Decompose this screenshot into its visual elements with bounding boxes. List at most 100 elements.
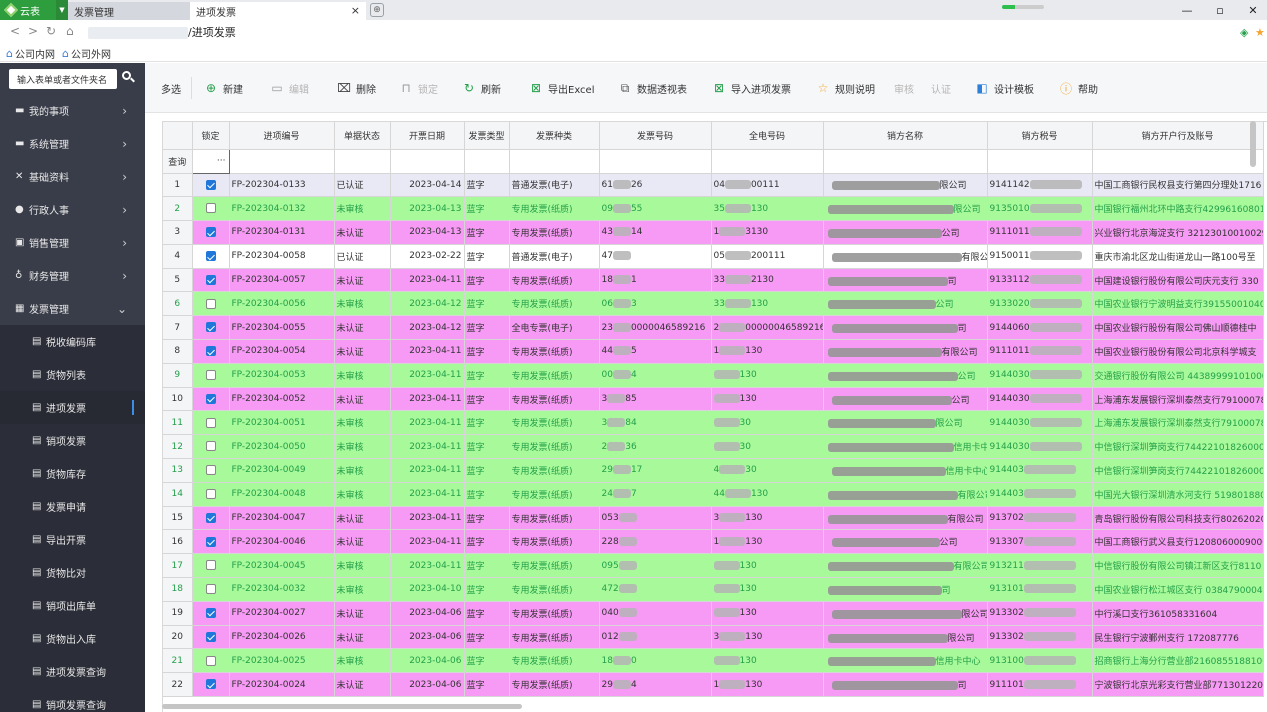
table-row[interactable]: 17 FP-202304-0045 未审核 2023-04-11 蓝字 专用发票(纸质) 0… xyxy=(163,553,1264,579)
lock-checkbox[interactable] xyxy=(192,577,230,602)
lock-checkbox[interactable] xyxy=(192,220,230,245)
table-row[interactable]: 12 FP-202304-0050 未审核 2023-04-11 蓝字 专用发票(纸质) 2… xyxy=(163,434,1264,460)
delete-button[interactable]: ⌧ 删除 xyxy=(336,79,376,97)
invoice-id-cell[interactable]: FP-202304-0024 xyxy=(229,672,335,698)
certify-button[interactable]: 认证 xyxy=(931,79,951,97)
table-row[interactable]: 13 FP-202304-0049 未审核 2023-04-11 蓝字 专用发票(纸质) 2… xyxy=(163,458,1264,483)
header-cell[interactable]: 全电号码 xyxy=(711,122,824,150)
checkbox-icon[interactable] xyxy=(205,512,216,523)
lock-checkbox[interactable] xyxy=(192,529,230,555)
lock-checkbox[interactable] xyxy=(192,482,230,507)
lock-checkbox[interactable] xyxy=(192,291,230,317)
vertical-scrollbar[interactable] xyxy=(1250,121,1256,167)
invoice-id-cell[interactable]: FP-202304-0050 xyxy=(229,434,335,460)
table-row[interactable]: 8 FP-202304-0054 未认证 2023-04-11 蓝字 专用发票(纸质) 44… xyxy=(163,339,1264,364)
table-row[interactable]: 10 FP-202304-0052 未认证 2023-04-11 蓝字 专用发票(纸质) 3… xyxy=(163,387,1264,412)
sidebar-subitem-export-billing[interactable]: ▤ 导出开票 xyxy=(0,523,145,556)
checkbox-icon[interactable] xyxy=(205,322,216,333)
extension-icon[interactable]: ◈ xyxy=(1240,26,1248,39)
sidebar-subitem-outbound-order[interactable]: ▤ 销项出库单 xyxy=(0,589,145,622)
lock-checkbox[interactable] xyxy=(192,363,230,388)
lock-checkbox[interactable] xyxy=(192,648,230,674)
query-filter-input[interactable]: ··· xyxy=(191,148,230,174)
query-filter-input[interactable] xyxy=(1092,149,1264,174)
checkbox-icon[interactable] xyxy=(205,298,216,309)
checkbox-icon[interactable] xyxy=(205,370,216,381)
header-cell[interactable]: 销方开户行及账号 xyxy=(1092,122,1264,150)
table-row[interactable]: 7 FP-202304-0055 未认证 2023-04-12 蓝字 全电专票(电子) 23… xyxy=(163,315,1264,341)
lock-checkbox[interactable] xyxy=(192,458,230,483)
invoice-id-cell[interactable]: FP-202304-0054 xyxy=(229,339,335,364)
checkbox-icon[interactable] xyxy=(205,203,216,214)
sidebar-subitem-output-invoice[interactable]: ▤ 销项发票 xyxy=(0,424,145,457)
checkbox-icon[interactable] xyxy=(205,489,216,499)
url-path[interactable]: /进项发票 xyxy=(188,24,236,40)
table-row[interactable]: 9 FP-202304-0053 未审核 2023-04-11 蓝字 专用发票(纸质) 00… xyxy=(163,363,1264,388)
checkbox-icon[interactable] xyxy=(205,227,216,238)
table-row[interactable]: 3 FP-202304-0131 未认证 2023-04-13 蓝字 专用发票(纸质) 43… xyxy=(163,220,1264,245)
invoice-id-cell[interactable]: FP-202304-0045 xyxy=(229,553,335,579)
invoice-id-cell[interactable]: FP-202304-0052 xyxy=(229,387,335,412)
checkbox-icon[interactable] xyxy=(205,655,216,666)
query-filter-input[interactable] xyxy=(464,149,510,174)
invoice-id-cell[interactable]: FP-202304-0027 xyxy=(229,601,335,626)
lock-button[interactable]: ⊓ 锁定 xyxy=(398,79,438,97)
checkbox-icon[interactable] xyxy=(205,274,216,285)
invoice-id-cell[interactable]: FP-202304-0133 xyxy=(229,173,335,198)
edit-button[interactable]: ▭ 编辑 xyxy=(269,79,309,97)
query-filter-input[interactable] xyxy=(711,149,824,174)
minimize-icon[interactable]: — xyxy=(1170,2,1204,18)
checkbox-icon[interactable] xyxy=(205,584,216,595)
checkbox-icon[interactable] xyxy=(205,607,216,618)
maximize-icon[interactable]: ▫ xyxy=(1203,2,1237,18)
lock-checkbox[interactable] xyxy=(192,625,230,650)
help-button[interactable]: ⓘ 帮助 xyxy=(1058,79,1098,97)
table-row[interactable]: 6 FP-202304-0056 未审核 2023-04-12 蓝字 专用发票(纸质) 06… xyxy=(163,291,1264,317)
lock-checkbox[interactable] xyxy=(192,268,230,293)
checkbox-icon[interactable] xyxy=(205,441,216,452)
table-row[interactable]: 16 FP-202304-0046 未认证 2023-04-11 蓝字 专用发票(纸质) 2… xyxy=(163,529,1264,555)
lock-checkbox[interactable] xyxy=(192,410,230,436)
header-cell[interactable]: 发票种类 xyxy=(509,122,600,150)
checkbox-icon[interactable] xyxy=(205,417,216,428)
browser-tab-input-invoice[interactable]: 进项发票 × xyxy=(190,2,366,20)
lock-checkbox[interactable] xyxy=(192,601,230,626)
query-filter-input[interactable] xyxy=(229,149,335,174)
invoice-id-cell[interactable]: FP-202304-0131 xyxy=(229,220,335,245)
reload-icon[interactable]: ↻ xyxy=(46,24,56,38)
chevron-down-icon[interactable]: ▼ xyxy=(56,0,68,20)
back-icon[interactable]: < xyxy=(10,24,20,38)
multi-select-button[interactable]: 多选 xyxy=(161,79,181,97)
invoice-id-cell[interactable]: FP-202304-0032 xyxy=(229,577,335,602)
invoice-id-cell[interactable]: FP-202304-0053 xyxy=(229,363,335,388)
table-row[interactable]: 22 FP-202304-0024 未认证 2023-04-06 蓝字 专用发票(纸质) 2… xyxy=(163,672,1264,698)
table-row[interactable]: 11 FP-202304-0051 未审核 2023-04-11 蓝字 专用发票(纸质) 3… xyxy=(163,410,1264,436)
sidebar-subitem-input-query[interactable]: ▤ 进项发票查询 xyxy=(0,655,145,688)
checkbox-icon[interactable] xyxy=(205,536,216,547)
lock-checkbox[interactable] xyxy=(192,387,230,412)
header-cell[interactable]: 单据状态 xyxy=(334,122,391,150)
table-row[interactable]: 19 FP-202304-0027 未认证 2023-04-06 蓝字 专用发票(纸质) 0… xyxy=(163,601,1264,626)
table-row[interactable]: 5 FP-202304-0057 未认证 2023-04-11 蓝字 专用发票(纸质) 18… xyxy=(163,268,1264,293)
query-filter-input[interactable] xyxy=(823,149,988,174)
rules-button[interactable]: ☆ 规则说明 xyxy=(815,79,875,97)
star-icon[interactable]: ★ xyxy=(1255,26,1265,39)
lock-checkbox[interactable] xyxy=(192,244,230,269)
table-row[interactable]: 1 FP-202304-0133 已认证 2023-04-14 蓝字 普通发票(电子) 61… xyxy=(163,173,1264,198)
sidebar-item-sales[interactable]: ▣ 销售管理 › xyxy=(0,226,145,259)
checkbox-icon[interactable] xyxy=(205,346,216,357)
invoice-id-cell[interactable]: FP-202304-0049 xyxy=(229,458,335,483)
query-filter-input[interactable] xyxy=(987,149,1093,174)
invoice-id-cell[interactable]: FP-202304-0132 xyxy=(229,196,335,222)
browser-tab-invoice-mgmt[interactable]: 发票管理 xyxy=(68,2,190,20)
checkbox-icon[interactable] xyxy=(205,679,216,690)
table-row[interactable]: 20 FP-202304-0026 未认证 2023-04-06 蓝字 专用发票(纸质) 0… xyxy=(163,625,1264,650)
invoice-id-cell[interactable]: FP-202304-0046 xyxy=(229,529,335,555)
header-cell[interactable]: 开票日期 xyxy=(390,122,465,150)
lock-checkbox[interactable] xyxy=(192,196,230,222)
invoice-id-cell[interactable]: FP-202304-0047 xyxy=(229,506,335,531)
header-cell[interactable]: 锁定 xyxy=(192,122,230,150)
invoice-id-cell[interactable]: FP-202304-0026 xyxy=(229,625,335,650)
header-cell[interactable]: 发票号码 xyxy=(599,122,712,150)
sidebar-item-my-tasks[interactable]: ▬ 我的事项 › xyxy=(0,94,145,127)
